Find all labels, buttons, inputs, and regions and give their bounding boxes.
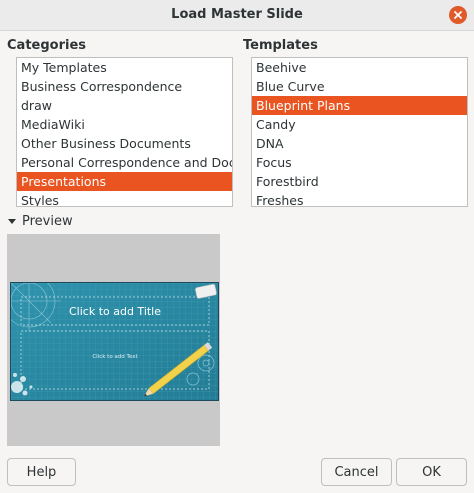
category-item[interactable]: Personal Correspondence and Documents <box>17 153 232 172</box>
category-item[interactable]: Styles <box>17 191 232 206</box>
category-item[interactable]: draw <box>17 96 232 115</box>
category-item[interactable]: MediaWiki <box>17 115 232 134</box>
template-item[interactable]: Focus <box>252 153 467 172</box>
category-item[interactable]: Other Business Documents <box>17 134 232 153</box>
slide-title-placeholder: Click to add Title <box>68 305 162 318</box>
close-icon <box>454 11 462 19</box>
category-item-selected[interactable]: Presentations <box>17 172 232 191</box>
title-bar: Load Master Slide <box>0 0 474 31</box>
preview-expander[interactable]: Preview <box>8 214 73 229</box>
cancel-button[interactable]: Cancel <box>321 458 392 486</box>
template-item[interactable]: Forestbird <box>252 172 467 191</box>
category-item[interactable]: My Templates <box>17 58 232 77</box>
template-item[interactable]: DNA <box>252 134 467 153</box>
dialog-title: Load Master Slide <box>171 7 303 22</box>
expand-triangle-icon <box>8 219 16 224</box>
template-item-selected[interactable]: Blueprint Plans <box>252 96 467 115</box>
preview-label: Preview <box>22 214 73 229</box>
template-item[interactable]: Candy <box>252 115 467 134</box>
categories-label: Categories <box>7 38 87 53</box>
ok-button[interactable]: OK <box>396 458 467 486</box>
template-item[interactable]: Blue Curve <box>252 77 467 96</box>
close-button[interactable] <box>449 6 467 24</box>
slide-text-placeholder: Click to add Text <box>92 354 138 360</box>
slide-preview: Click to add Title Click to add Text <box>2 274 219 401</box>
template-item[interactable]: Beehive <box>252 58 467 77</box>
template-item[interactable]: Freshes <box>252 191 467 206</box>
templates-list[interactable]: Beehive Blue Curve Blueprint Plans Candy… <box>251 57 468 207</box>
category-item[interactable]: Business Correspondence <box>17 77 232 96</box>
preview-pane: Click to add Title Click to add Text <box>2 234 220 446</box>
templates-label: Templates <box>243 38 318 53</box>
help-button[interactable]: Help <box>7 458 76 486</box>
blueprint-slide-graphic <box>2 274 218 400</box>
categories-list[interactable]: My Templates Business Correspondence dra… <box>16 57 233 207</box>
